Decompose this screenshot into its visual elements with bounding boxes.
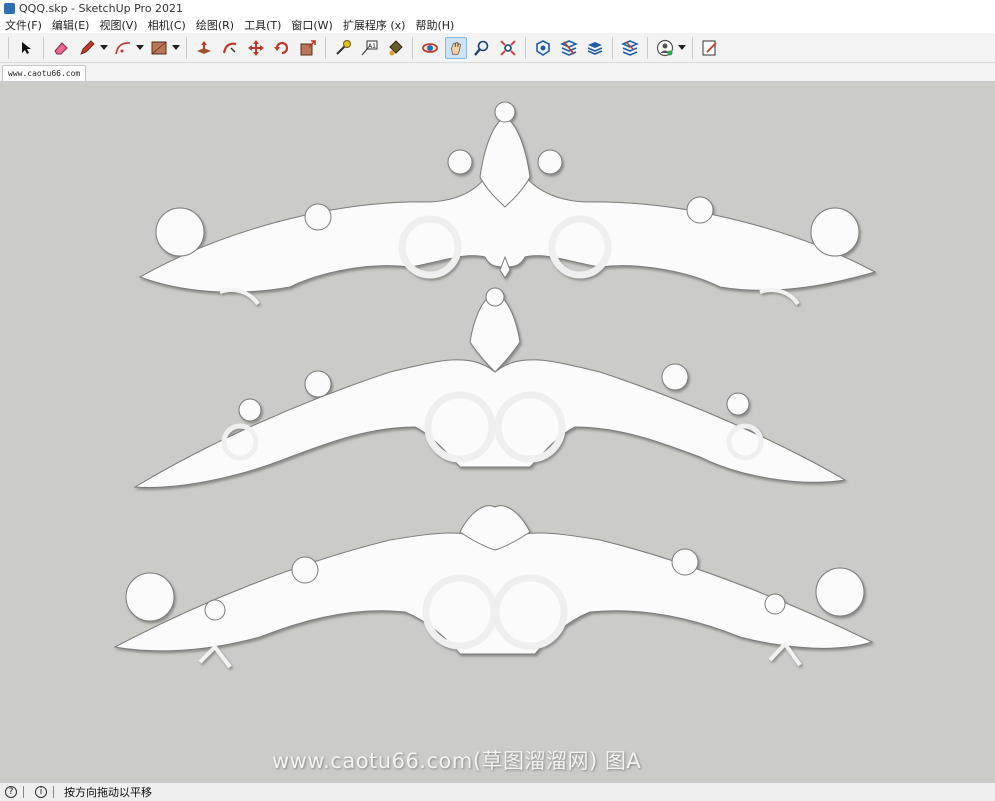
menu-view[interactable]: 视图(V) (94, 17, 142, 33)
toolbar-separator (325, 36, 326, 59)
ornament-bottom (113, 505, 874, 669)
layout-icon[interactable] (584, 37, 606, 59)
select-icon[interactable] (15, 37, 37, 59)
toolbar-grip[interactable] (8, 36, 9, 59)
menu-draw[interactable]: 绘图(R) (191, 17, 239, 33)
extension-warehouse-icon[interactable] (558, 37, 580, 59)
menu-edit[interactable]: 编辑(E) (47, 17, 95, 33)
move-icon[interactable] (245, 37, 267, 59)
profile-icon[interactable] (654, 37, 676, 59)
main-toolbar: A1 (0, 33, 995, 63)
zoom-icon[interactable] (471, 37, 493, 59)
scene-tab[interactable]: www.caotu66.com (2, 65, 87, 81)
toolbar-separator (43, 36, 44, 59)
sketchup-app-icon (4, 3, 15, 14)
status-separator (53, 786, 54, 798)
profile-dropdown-icon[interactable] (678, 37, 686, 59)
extension-manager-icon[interactable] (619, 37, 641, 59)
toolbar-separator (412, 36, 413, 59)
rectangle-dropdown-icon[interactable] (172, 37, 180, 59)
arc-dropdown-icon[interactable] (136, 37, 144, 59)
menu-tools[interactable]: 工具(T) (239, 17, 286, 33)
text-icon[interactable]: A1 (358, 37, 380, 59)
eraser-icon[interactable] (50, 37, 72, 59)
menu-window[interactable]: 窗口(W) (286, 17, 337, 33)
ornament-model-canvas (113, 101, 877, 669)
toolbar-separator (692, 36, 693, 59)
geolocation-icon[interactable]: ? (5, 786, 17, 798)
paint-bucket-icon[interactable] (384, 37, 406, 59)
svg-text:A1: A1 (368, 43, 376, 50)
menu-camera[interactable]: 相机(C) (143, 17, 191, 33)
title-bar: QQQ.skp - SketchUp Pro 2021 (0, 0, 995, 17)
tape-measure-icon[interactable] (332, 37, 354, 59)
status-separator (23, 786, 24, 798)
pencil-icon[interactable] (76, 37, 98, 59)
ornament-top (138, 101, 877, 306)
scene-edit-icon[interactable] (699, 37, 721, 59)
scene-tab-bar: www.caotu66.com (0, 63, 995, 82)
rectangle-icon[interactable] (148, 37, 170, 59)
menu-extensions[interactable]: 扩展程序 (x) (338, 17, 411, 33)
window-title: QQQ.skp - SketchUp Pro 2021 (19, 2, 184, 15)
menu-bar: 文件(F) 编辑(E) 视图(V) 相机(C) 绘图(R) 工具(T) 窗口(W… (0, 17, 995, 33)
toolbar-separator (525, 36, 526, 59)
scale-icon[interactable] (297, 37, 319, 59)
model-viewport[interactable]: www.caotu66.com(草图溜溜网) 图A (0, 82, 995, 782)
warehouse-icon[interactable] (532, 37, 554, 59)
arc-icon[interactable] (112, 37, 134, 59)
rotate-icon[interactable] (271, 37, 293, 59)
pan-icon[interactable] (445, 36, 467, 59)
status-message: 按方向拖动以平移 (64, 786, 152, 799)
toolbar-separator (647, 36, 648, 59)
zoom-extents-icon[interactable] (497, 37, 519, 59)
status-bar: ? i 按方向拖动以平移 (0, 782, 995, 801)
toolbar-separator (186, 36, 187, 59)
follow-me-icon[interactable] (219, 37, 241, 59)
toolbar-separator (612, 36, 613, 59)
menu-help[interactable]: 帮助(H) (410, 17, 459, 33)
ornament-middle (133, 287, 847, 488)
info-icon[interactable]: i (35, 786, 47, 798)
push-pull-icon[interactable] (193, 37, 215, 59)
orbit-icon[interactable] (419, 37, 441, 59)
menu-file[interactable]: 文件(F) (0, 17, 47, 33)
pencil-dropdown-icon[interactable] (100, 37, 108, 59)
viewport-watermark: www.caotu66.com(草图溜溜网) 图A (272, 749, 642, 773)
